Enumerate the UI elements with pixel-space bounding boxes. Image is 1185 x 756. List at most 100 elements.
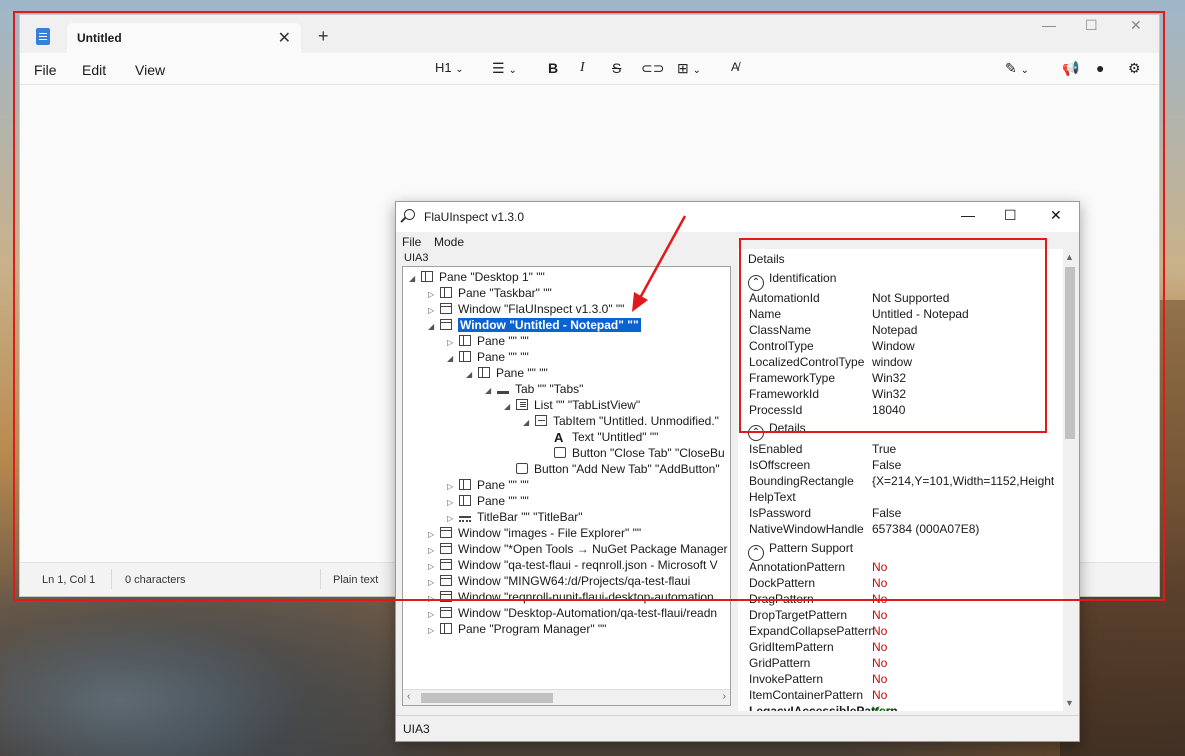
- close-tab-icon[interactable]: ✕: [278, 28, 291, 48]
- collapsed-arrow-icon[interactable]: ▷: [428, 623, 440, 639]
- pane-icon: [459, 335, 471, 346]
- italic-button[interactable]: I: [580, 60, 585, 76]
- close-icon[interactable]: ✕: [1050, 207, 1062, 224]
- expanded-arrow-icon[interactable]: ◢: [504, 399, 516, 415]
- horizontal-scrollbar[interactable]: ‹ ›: [403, 689, 730, 705]
- expanded-arrow-icon[interactable]: ◢: [447, 351, 459, 367]
- tree-node[interactable]: ▷ Window "FlaUInspect v1.3.0" "": [428, 301, 624, 317]
- list-icon: [516, 399, 528, 410]
- scroll-right-icon[interactable]: ›: [723, 691, 726, 702]
- details-panel: Details ⌃ Identification AutomationId Not S…: [738, 249, 1076, 711]
- tree-node-label: Button "Add New Tab" "AddButton": [534, 462, 720, 476]
- property-value: Win32: [872, 387, 907, 401]
- expanded-arrow-icon[interactable]: ◢: [428, 319, 440, 335]
- property-value: {X=214,Y=101,Width=1152,Height: [872, 474, 1055, 488]
- tree-node[interactable]: ◢ Pane "" "": [466, 365, 548, 381]
- menu-mode[interactable]: Mode: [434, 235, 464, 249]
- tree-node-label: Pane "" "": [496, 366, 548, 380]
- maximize-icon[interactable]: ☐: [1085, 17, 1098, 34]
- collapse-icon[interactable]: ⌃: [748, 275, 764, 291]
- link-icon[interactable]: ⊂⊃: [641, 60, 664, 77]
- property-name: ItemContainerPattern: [749, 688, 864, 702]
- property-value: 18040: [872, 403, 906, 417]
- scroll-down-icon[interactable]: ▼: [1065, 698, 1074, 708]
- minimize-icon[interactable]: —: [961, 207, 975, 223]
- property-name: AutomationId: [749, 291, 820, 305]
- expanded-arrow-icon[interactable]: ◢: [409, 271, 421, 287]
- tree-node[interactable]: ▷ Window "qa-test-flaui - reqnroll.json -…: [428, 557, 718, 573]
- minimize-icon[interactable]: —: [1042, 17, 1056, 33]
- group-header-patterns[interactable]: ⌃ Pattern Support: [748, 541, 853, 561]
- tree-node[interactable]: ▷ Window "images - File Explorer" "": [428, 525, 641, 541]
- scroll-up-icon[interactable]: ▲: [1065, 252, 1074, 262]
- clear-formatting-icon[interactable]: A̸: [731, 60, 739, 74]
- menu-file[interactable]: File: [402, 235, 421, 249]
- property-value: No: [872, 688, 888, 702]
- tab-icon: [497, 388, 509, 394]
- property-name: NativeWindowHandle: [749, 522, 864, 536]
- flauinspect-titlebar[interactable]: FlaUInspect v1.3.0 — ☐ ✕: [396, 202, 1079, 232]
- scroll-thumb[interactable]: [1065, 267, 1075, 439]
- tree-node[interactable]: ▷ Window "Desktop-Automation/qa-test-flau…: [428, 605, 717, 621]
- tree-node[interactable]: ▷ Pane "Taskbar" "": [428, 285, 552, 301]
- property-value: window: [872, 355, 913, 369]
- text-icon: A: [554, 431, 566, 446]
- property-name: ControlType: [749, 339, 814, 353]
- tree-node[interactable]: Button "Add New Tab" "AddButton": [504, 461, 720, 477]
- tree-node[interactable]: ▷ Window "*Open Tools → NuGet Package Man…: [428, 541, 728, 557]
- tree-node[interactable]: ▷ Window "MINGW64:/d/Projects/qa-test-fla…: [428, 573, 690, 589]
- megaphone-icon[interactable]: 📢: [1062, 60, 1079, 77]
- property-name: IsPassword: [749, 506, 812, 520]
- menu-file[interactable]: File: [34, 62, 57, 78]
- chevron-down-icon: ⌄: [455, 64, 464, 75]
- element-tree[interactable]: ‹ › ◢ Pane "Desktop 1" "" ▷ Pane "Taskbar" …: [402, 266, 731, 706]
- scroll-thumb[interactable]: [421, 693, 553, 703]
- account-icon[interactable]: ●: [1096, 60, 1104, 76]
- group-header-identification[interactable]: ⌃ Identification: [748, 271, 836, 291]
- tree-node[interactable]: ◢ Pane "" "": [447, 349, 529, 365]
- table-dropdown[interactable]: ⊞ ⌄: [677, 60, 701, 77]
- maximize-icon[interactable]: ☐: [1004, 207, 1017, 224]
- group-header-details[interactable]: ⌃ Details: [748, 421, 806, 441]
- tree-node[interactable]: A Text "Untitled" "": [542, 429, 658, 446]
- list-dropdown[interactable]: ☰ ⌄: [492, 60, 517, 77]
- menu-view[interactable]: View: [135, 62, 165, 78]
- property-value: False: [872, 458, 902, 472]
- collapse-icon[interactable]: ⌃: [748, 425, 764, 441]
- collapse-icon[interactable]: ⌃: [748, 545, 764, 561]
- tree-node[interactable]: ▷ Window "reqnroll-nunit-flaui-desktop-au…: [428, 589, 714, 605]
- tree-node[interactable]: ▷ Pane "" "": [447, 493, 529, 509]
- expanded-arrow-icon[interactable]: ◢: [466, 367, 478, 383]
- tree-node[interactable]: ◢ Tab "" "Tabs": [485, 381, 583, 397]
- add-tab-button[interactable]: +: [318, 26, 329, 47]
- expanded-arrow-icon[interactable]: ◢: [485, 383, 497, 399]
- bold-button[interactable]: B: [548, 60, 558, 76]
- menu-edit[interactable]: Edit: [82, 62, 106, 78]
- tree-node[interactable]: Button "Close Tab" "CloseBu: [542, 445, 725, 461]
- tree-node-label: Pane "" "": [477, 334, 529, 348]
- gear-icon[interactable]: ⚙: [1128, 60, 1141, 77]
- tree-node[interactable]: ◢ Window "Untitled - Notepad" "": [428, 317, 641, 333]
- close-icon[interactable]: ✕: [1130, 17, 1142, 34]
- property-value: No: [872, 624, 888, 638]
- tree-node[interactable]: ◢ List "" "TabListView": [504, 397, 640, 413]
- scroll-left-icon[interactable]: ‹: [407, 691, 410, 702]
- expanded-arrow-icon[interactable]: ◢: [523, 415, 535, 431]
- tab-untitled[interactable]: Untitled ✕: [67, 23, 301, 53]
- window-icon: [440, 559, 452, 570]
- copilot-dropdown[interactable]: ✎ ⌄: [1005, 60, 1029, 77]
- heading-dropdown[interactable]: H1 ⌄: [435, 60, 464, 75]
- table-icon: ⊞: [677, 60, 689, 76]
- property-value: No: [872, 560, 888, 574]
- tree-node-label: Pane "" "": [477, 478, 529, 492]
- vertical-scrollbar[interactable]: ▲ ▼: [1063, 249, 1077, 711]
- tree-node[interactable]: ▷ Pane "" "": [447, 477, 529, 493]
- property-value: Window: [872, 339, 915, 353]
- tree-node[interactable]: ▷ Pane "" "": [447, 333, 529, 349]
- tree-node[interactable]: ◢ Pane "Desktop 1" "": [409, 269, 545, 285]
- notepad-titlebar[interactable]: Untitled ✕ + — ☐ ✕: [20, 15, 1159, 53]
- strikethrough-button[interactable]: S: [612, 60, 621, 76]
- tree-node[interactable]: ▷ TitleBar "" "TitleBar": [447, 509, 583, 525]
- tree-node[interactable]: ▷ Pane "Program Manager" "": [428, 621, 606, 637]
- tree-node[interactable]: ◢ TabItem "Untitled. Unmodified.": [523, 413, 719, 429]
